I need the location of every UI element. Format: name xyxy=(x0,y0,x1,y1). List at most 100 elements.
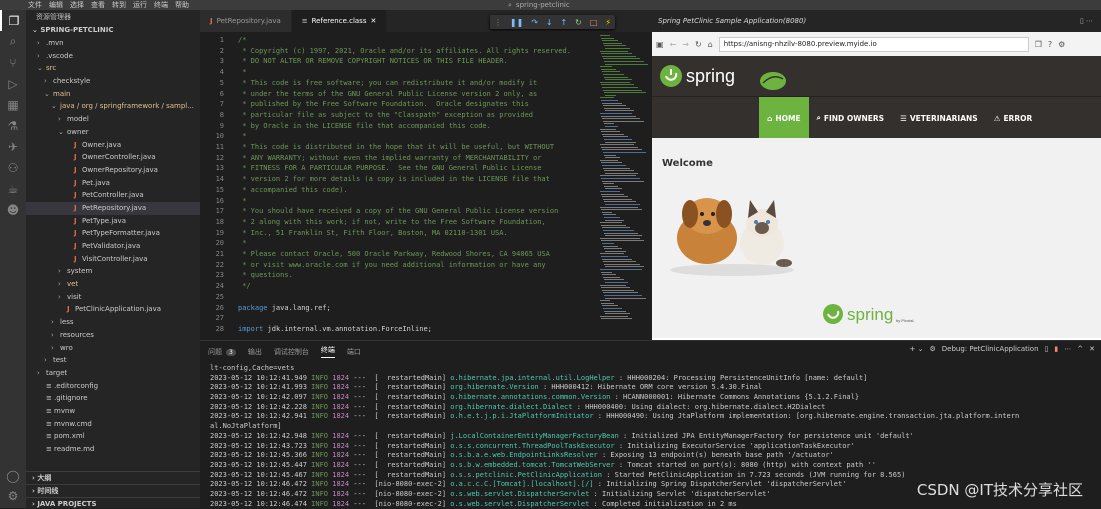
debug-icon[interactable]: ⚙ xyxy=(930,345,936,353)
tree-file[interactable]: JPet.java xyxy=(26,177,200,190)
spring-logo[interactable]: spring xyxy=(658,61,788,91)
step-out-icon[interactable]: ↑ xyxy=(561,18,568,27)
remote-icon[interactable]: ⚇ xyxy=(0,157,26,178)
rocket-icon[interactable]: ✈ xyxy=(0,136,26,157)
timeline-section[interactable]: › 时间线 xyxy=(26,484,200,497)
testing-icon[interactable]: ⚗ xyxy=(0,115,26,136)
nav-find-owners[interactable]: ⌕FIND OWNERS xyxy=(809,97,892,139)
copy-icon[interactable]: ❐ xyxy=(1035,40,1042,49)
split-icon[interactable]: ▯ ⋯ xyxy=(1080,17,1093,25)
tree-file[interactable]: ≡pom.xml xyxy=(26,430,200,443)
tree-file[interactable]: JOwnerController.java xyxy=(26,151,200,164)
tree-file[interactable]: JPetController.java xyxy=(26,189,200,202)
step-over-icon[interactable]: ↷ xyxy=(531,18,538,27)
tree-file[interactable]: JPetClinicApplication.java xyxy=(26,303,200,316)
menu-item[interactable]: 帮助 xyxy=(175,0,189,10)
restart-icon[interactable]: ↻ xyxy=(575,18,582,27)
tree-file[interactable]: JVisitController.java xyxy=(26,253,200,266)
run-debug-icon[interactable]: ▷ xyxy=(0,73,26,94)
nav-home[interactable]: ⌂HOME xyxy=(759,97,809,139)
tree-folder[interactable]: ⌄main xyxy=(26,88,200,101)
tree-folder[interactable]: ›checkstyle xyxy=(26,75,200,88)
tree-folder[interactable]: ›system xyxy=(26,265,200,278)
project-header[interactable]: ⌄ SPRING-PETCLINIC xyxy=(26,24,200,37)
browser-tab[interactable]: Spring PetClinic Sample Application(8080… xyxy=(652,10,1101,32)
tree-folder[interactable]: ›visit xyxy=(26,291,200,304)
nav-veterinarians[interactable]: ☰VETERINARIANS xyxy=(892,97,986,139)
maximize-icon[interactable]: ^ xyxy=(1077,345,1083,353)
tree-folder[interactable]: ›model xyxy=(26,113,200,126)
tree-folder[interactable]: ⌄java / org / springframework / sampl... xyxy=(26,100,200,113)
account-icon[interactable]: ◯ xyxy=(0,465,26,486)
explorer-icon[interactable]: ❐ xyxy=(0,10,26,31)
tree-folder[interactable]: ›vet xyxy=(26,278,200,291)
panel-tab[interactable]: 终端 xyxy=(321,345,335,358)
tree-file[interactable]: ≡mvnw.cmd xyxy=(26,418,200,431)
menu-item[interactable]: 查看 xyxy=(91,0,105,10)
hot-reload-icon[interactable]: ⚡ xyxy=(605,18,611,27)
tree-folder[interactable]: ›.vscode xyxy=(26,50,200,63)
back-icon[interactable]: ← xyxy=(670,40,677,49)
add-terminal-icon[interactable]: + ⌄ xyxy=(910,345,924,353)
nav-error[interactable]: ⚠ERROR xyxy=(986,97,1041,139)
step-into-icon[interactable]: ↓ xyxy=(546,18,553,27)
tree-folder[interactable]: ›resources xyxy=(26,329,200,342)
pet-icon[interactable]: ☻ xyxy=(0,199,26,220)
settings-icon[interactable]: ⚙ xyxy=(1058,40,1065,49)
code-editor[interactable]: 1/*2 * Copyright (c) 1997, 2021, Oracle … xyxy=(200,32,598,340)
panel-tab[interactable]: 输出 xyxy=(248,347,262,357)
search-icon[interactable]: ⌕ xyxy=(508,1,512,10)
menu-item[interactable]: 终端 xyxy=(154,0,168,10)
extensions-icon[interactable]: ▦ xyxy=(0,94,26,115)
tree-folder[interactable]: ›wro xyxy=(26,342,200,355)
close-icon[interactable]: ✕ xyxy=(370,17,376,25)
tree-folder[interactable]: ⌄owner xyxy=(26,126,200,139)
tree-file[interactable]: JOwnerRepository.java xyxy=(26,164,200,177)
tree-file[interactable]: JPetType.java xyxy=(26,215,200,228)
reload-icon[interactable]: ↻ xyxy=(695,40,702,49)
close-icon[interactable]: ✕ xyxy=(1089,345,1095,353)
menu-item[interactable]: 文件 xyxy=(28,0,42,10)
url-input[interactable]: https://anisng-nhzilv-8080.preview.myide… xyxy=(719,37,1029,52)
help-icon[interactable]: ? xyxy=(1048,40,1052,49)
forward-icon[interactable]: → xyxy=(682,40,689,49)
chevron-right-icon: › xyxy=(44,354,53,367)
menu-item[interactable]: 运行 xyxy=(133,0,147,10)
java-projects-section[interactable]: › JAVA PROJECTS xyxy=(26,497,200,508)
source-control-icon[interactable]: ⑂ xyxy=(0,52,26,73)
tree-folder[interactable]: ›.mvn xyxy=(26,37,200,50)
stop-icon[interactable]: □ xyxy=(590,18,598,27)
tree-file[interactable]: JPetRepository.java xyxy=(26,202,200,215)
split-terminal-icon[interactable]: ▯ xyxy=(1045,345,1049,353)
tree-folder[interactable]: ›less xyxy=(26,316,200,329)
tree-file[interactable]: JOwner.java xyxy=(26,139,200,152)
minimap[interactable] xyxy=(598,32,652,340)
panel-tab[interactable]: 端口 xyxy=(347,347,361,357)
home-icon[interactable]: ⌂ xyxy=(708,40,713,49)
search-icon[interactable]: ⌕ xyxy=(0,31,26,52)
tree-folder[interactable]: ›test xyxy=(26,354,200,367)
pause-icon[interactable]: ❚❚ xyxy=(510,18,523,27)
editor-tab[interactable]: ≡Reference.class✕ xyxy=(292,10,388,32)
more-icon[interactable]: ⋯ xyxy=(1064,345,1071,353)
tree-file[interactable]: ≡.gitignore xyxy=(26,392,200,405)
terminal-session[interactable]: Debug: PetClinicApplication xyxy=(942,345,1039,353)
menu-item[interactable]: 转到 xyxy=(112,0,126,10)
tree-file[interactable]: JPetTypeFormatter.java xyxy=(26,227,200,240)
panel-tab[interactable]: 问题3 xyxy=(208,347,236,357)
menu-item[interactable]: 编辑 xyxy=(49,0,63,10)
trash-icon[interactable]: ▮ xyxy=(1054,345,1058,353)
tree-file[interactable]: JPetValidator.java xyxy=(26,240,200,253)
menu-item[interactable]: 选择 xyxy=(70,0,84,10)
panel-tab[interactable]: 调试控制台 xyxy=(274,347,309,357)
outline-section[interactable]: › 大纲 xyxy=(26,471,200,484)
editor-tab[interactable]: JPetRepository.java xyxy=(200,10,292,32)
tree-file[interactable]: ≡mvnw xyxy=(26,405,200,418)
tree-file[interactable]: ≡readme.md xyxy=(26,443,200,456)
java-icon[interactable]: ☕ xyxy=(0,178,26,199)
tree-folder[interactable]: ›target xyxy=(26,367,200,380)
tree-folder[interactable]: ⌄src xyxy=(26,62,200,75)
gear-icon[interactable]: ⚙ xyxy=(0,485,26,506)
drag-handle-icon[interactable]: ⋮ xyxy=(494,18,502,27)
tree-file[interactable]: ≡.editorconfig xyxy=(26,380,200,393)
